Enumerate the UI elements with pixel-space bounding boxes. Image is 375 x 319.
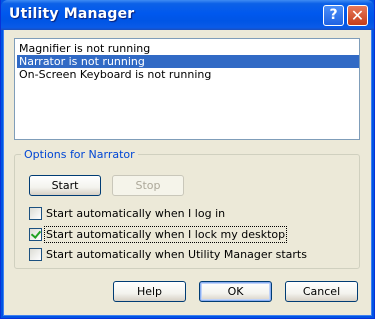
list-item-onscreen-keyboard[interactable]: On-Screen Keyboard is not running [17,68,359,81]
utility-list[interactable]: Magnifier is not running Narrator is not… [14,38,360,140]
list-item-magnifier[interactable]: Magnifier is not running [17,42,359,55]
checkbox-lock-desktop-label: Start automatically when I lock my deskt… [43,226,288,243]
list-item-narrator[interactable]: Narrator is not running [17,55,359,68]
help-button[interactable]: Help [113,281,186,302]
options-group-title: Options for Narrator [21,148,138,161]
ok-button[interactable]: OK [199,281,272,302]
help-icon[interactable]: ? [323,5,344,26]
utility-manager-window: Utility Manager ? ✕ Magnifier is not run… [0,0,375,319]
checkbox-lock-desktop[interactable] [29,228,42,241]
stop-button[interactable]: Stop [112,175,184,196]
checkbox-utility-manager-starts[interactable] [29,248,42,261]
window-title: Utility Manager [9,6,135,22]
checkbox-login-label: Start automatically when I log in [46,207,226,220]
start-button[interactable]: Start [29,175,101,196]
close-icon[interactable]: ✕ [347,5,368,26]
checkbox-utility-manager-starts-label: Start automatically when Utility Manager… [46,248,307,261]
checkbox-login[interactable] [29,207,42,220]
cancel-button[interactable]: Cancel [285,281,358,302]
title-bar[interactable]: Utility Manager ? ✕ [1,0,374,30]
